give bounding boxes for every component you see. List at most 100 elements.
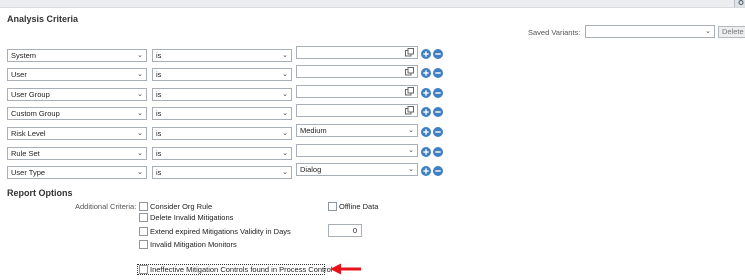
remove-row-button-rule-set[interactable]	[433, 147, 443, 157]
top-toolbar-strip	[0, 0, 745, 8]
copy-icon[interactable]	[405, 48, 414, 57]
plus-circle-icon	[421, 68, 431, 78]
copy-icon[interactable]	[405, 87, 414, 96]
chevron-down-icon: ⌄	[282, 71, 288, 78]
add-row-button-user-type[interactable]	[421, 166, 431, 176]
chevron-down-icon: ⌄	[282, 110, 288, 117]
report-options-title: Report Options	[7, 188, 73, 198]
criteria-operator-select-user-group[interactable]: is ⌄	[152, 88, 292, 101]
annotation-arrow-icon	[330, 263, 361, 275]
plus-circle-icon	[421, 147, 431, 157]
extend-days-input[interactable]: 0	[328, 224, 362, 237]
criteria-operator-select-user[interactable]: is ⌄	[152, 68, 292, 81]
criteria-operator-select-user-type[interactable]: is ⌄	[152, 166, 292, 179]
criteria-operator-value: is	[156, 51, 162, 60]
criteria-operator-value: is	[156, 129, 162, 138]
chevron-down-icon: ⌄	[137, 169, 143, 176]
criteria-value-text: Dialog	[300, 165, 322, 174]
criteria-field-value: Custom Group	[11, 109, 60, 118]
remove-row-button-system[interactable]	[433, 49, 443, 59]
search-button[interactable]	[734, 0, 745, 7]
chevron-down-icon: ⌄	[282, 169, 288, 176]
plus-circle-icon	[421, 107, 431, 117]
minus-circle-icon	[433, 49, 443, 59]
ineffective-controls-label: Ineffective Mitigation Controls found in…	[150, 265, 333, 274]
remove-row-button-risk-level[interactable]	[433, 127, 443, 137]
criteria-value-text: Medium	[300, 126, 327, 135]
minus-circle-icon	[433, 166, 443, 176]
criteria-value-input-custom-group[interactable]	[296, 104, 418, 117]
copy-icon[interactable]	[405, 67, 414, 76]
offline-data-checkbox[interactable]	[328, 202, 337, 211]
criteria-field-value: User	[11, 70, 27, 79]
saved-variants-label: Saved Variants:	[528, 28, 581, 37]
add-row-button-rule-set[interactable]	[421, 147, 431, 157]
criteria-operator-select-custom-group[interactable]: is ⌄	[152, 107, 292, 120]
add-row-button-user[interactable]	[421, 68, 431, 78]
ineffective-controls-checkbox[interactable]	[139, 265, 148, 274]
chevron-down-icon: ⌄	[137, 71, 143, 78]
plus-circle-icon	[421, 127, 431, 137]
extend-expired-mitigations-checkbox[interactable]	[139, 227, 148, 236]
criteria-field-select-user-group[interactable]: User Group ⌄	[7, 88, 147, 101]
chevron-down-icon: ⌄	[282, 52, 288, 59]
search-icon	[738, 0, 744, 5]
chevron-down-icon: ⌄	[282, 91, 288, 98]
criteria-operator-select-risk-level[interactable]: is ⌄	[152, 127, 292, 140]
criteria-operator-value: is	[156, 90, 162, 99]
chevron-down-icon: ⌄	[137, 52, 143, 59]
consider-org-rule-checkbox[interactable]	[139, 202, 148, 211]
criteria-field-select-risk-level[interactable]: Risk Level ⌄	[7, 127, 147, 140]
plus-circle-icon	[421, 49, 431, 59]
add-row-button-custom-group[interactable]	[421, 107, 431, 117]
remove-row-button-user-type[interactable]	[433, 166, 443, 176]
minus-circle-icon	[433, 88, 443, 98]
chevron-down-icon: ⌄	[282, 150, 288, 157]
minus-circle-icon	[433, 127, 443, 137]
criteria-value-input-user[interactable]	[296, 65, 418, 78]
chevron-down-icon: ⌄	[282, 130, 288, 137]
criteria-value-input-system[interactable]	[296, 46, 418, 59]
invalid-mitigation-monitors-checkbox[interactable]	[139, 240, 148, 249]
criteria-value-input-user-group[interactable]	[296, 85, 418, 98]
minus-circle-icon	[433, 147, 443, 157]
delete-invalid-mitigations-label: Delete Invalid Mitigations	[150, 213, 234, 222]
criteria-operator-select-system[interactable]: is ⌄	[152, 49, 292, 62]
criteria-field-value: User Type	[11, 168, 46, 177]
add-row-button-risk-level[interactable]	[421, 127, 431, 137]
criteria-field-select-rule-set[interactable]: Rule Set ⌄	[7, 147, 147, 160]
criteria-field-value: User Group	[11, 90, 50, 99]
criteria-operator-value: is	[156, 168, 162, 177]
remove-row-button-user[interactable]	[433, 68, 443, 78]
criteria-value-select-rule-set[interactable]: ⌄	[296, 144, 418, 157]
criteria-field-value: Risk Level	[11, 129, 46, 138]
minus-circle-icon	[433, 68, 443, 78]
copy-icon[interactable]	[405, 106, 414, 115]
offline-data-label: Offline Data	[339, 202, 379, 211]
chevron-down-icon: ⌄	[137, 110, 143, 117]
criteria-value-select-risk-level[interactable]: Medium ⌄	[296, 124, 418, 137]
chevron-down-icon: ⌄	[408, 147, 414, 154]
criteria-field-select-user-type[interactable]: User Type ⌄	[7, 166, 147, 179]
delete-variant-button[interactable]: Delete	[718, 26, 745, 38]
add-row-button-system[interactable]	[421, 49, 431, 59]
criteria-field-value: System	[11, 51, 37, 60]
criteria-field-select-system[interactable]: System ⌄	[7, 49, 147, 62]
add-row-button-user-group[interactable]	[421, 88, 431, 98]
delete-invalid-mitigations-checkbox[interactable]	[139, 213, 148, 222]
criteria-field-select-custom-group[interactable]: Custom Group ⌄	[7, 107, 147, 120]
remove-row-button-custom-group[interactable]	[433, 107, 443, 117]
additional-criteria-label: Additional Criteria:	[75, 202, 137, 211]
saved-variants-select[interactable]: ⌄	[585, 25, 715, 38]
criteria-operator-select-rule-set[interactable]: is ⌄	[152, 147, 292, 160]
invalid-mitigation-monitors-label: Invalid Mitigation Monitors	[150, 240, 237, 249]
minus-circle-icon	[433, 107, 443, 117]
consider-org-rule-label: Consider Org Rule	[150, 202, 213, 211]
plus-circle-icon	[421, 88, 431, 98]
criteria-operator-value: is	[156, 149, 162, 158]
criteria-value-select-user-type[interactable]: Dialog ⌄	[296, 163, 418, 176]
remove-row-button-user-group[interactable]	[433, 88, 443, 98]
chevron-down-icon: ⌄	[137, 91, 143, 98]
chevron-down-icon: ⌄	[137, 130, 143, 137]
criteria-field-select-user[interactable]: User ⌄	[7, 68, 147, 81]
